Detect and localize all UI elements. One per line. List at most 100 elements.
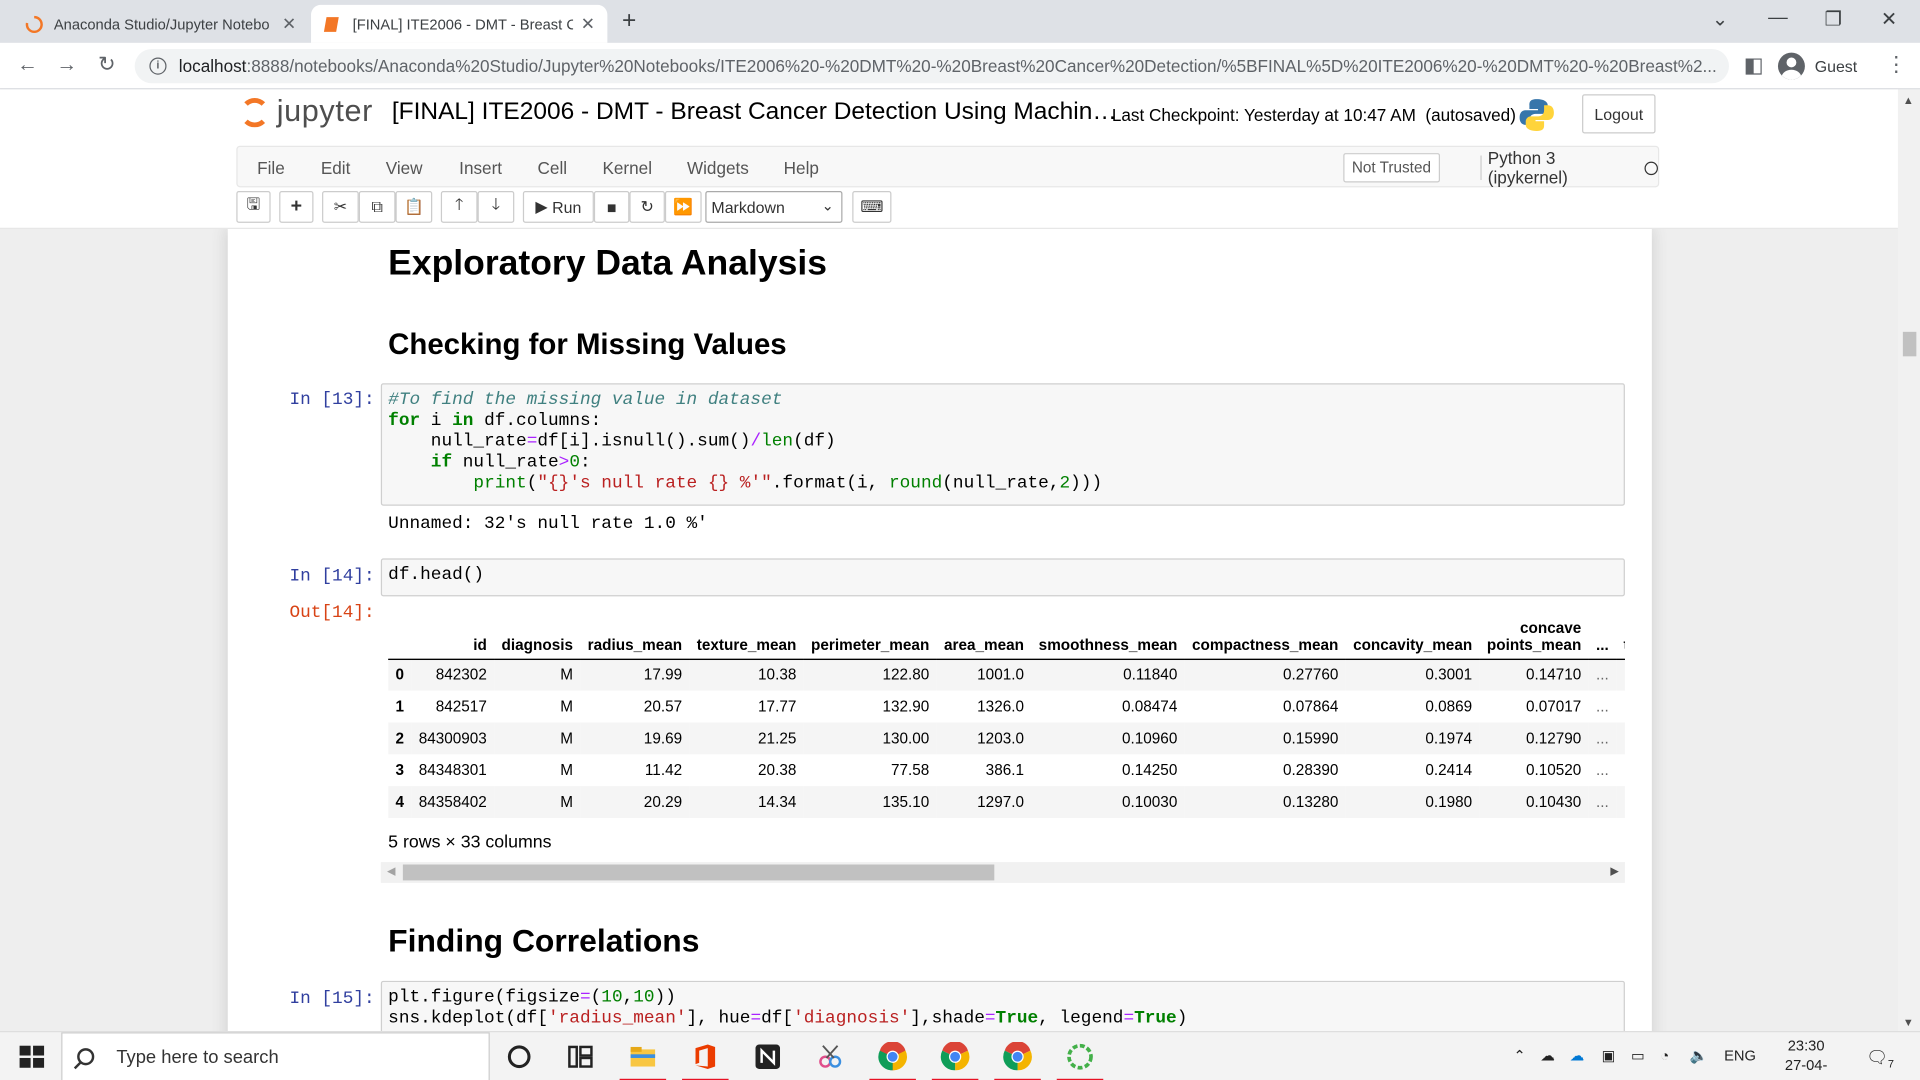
close-tab-icon[interactable]: ✕ xyxy=(282,13,296,34)
file-explorer-icon[interactable] xyxy=(628,1042,657,1071)
notion-icon[interactable] xyxy=(753,1042,782,1071)
page-vertical-scrollbar[interactable]: ▲ ▼ xyxy=(1897,89,1920,1032)
run-button[interactable]: ▶ Run xyxy=(522,191,594,223)
menu-help[interactable]: Help xyxy=(784,158,819,178)
chrome-profile-2-icon[interactable] xyxy=(940,1042,970,1071)
reload-icon[interactable]: ↻ xyxy=(98,53,115,77)
interrupt-button[interactable]: ■ xyxy=(593,191,630,223)
table-cell: ... xyxy=(1595,697,1609,716)
scroll-left-icon[interactable]: ◀ xyxy=(387,864,395,877)
cortana-icon[interactable] xyxy=(504,1042,533,1071)
jupyter-logo[interactable]: jupyter xyxy=(240,94,373,130)
language-indicator[interactable]: ENG xyxy=(1724,1047,1756,1064)
dataframe-output: id diagnosis radius_mean texture_mean pe… xyxy=(388,602,1625,818)
chevron-down-icon: ⌄ xyxy=(821,197,834,215)
task-view-icon[interactable] xyxy=(566,1042,595,1071)
column-header: compactness_mean xyxy=(1184,602,1346,660)
site-info-icon[interactable]: i xyxy=(149,57,167,75)
scroll-right-icon[interactable]: ▶ xyxy=(1610,864,1618,877)
cell14-code-editor[interactable]: df.head() xyxy=(380,558,1625,597)
cell-type-select[interactable]: Markdown ⌄ xyxy=(705,191,843,223)
restart-button[interactable]: ↻ xyxy=(629,191,665,223)
menu-kernel[interactable]: Kernel xyxy=(602,158,652,178)
volume-icon[interactable]: 🔈 xyxy=(1690,1047,1708,1064)
cell13-code-editor[interactable]: #To find the missing value in dataset fo… xyxy=(380,383,1625,506)
cell13-prompt: In [13]: xyxy=(289,390,375,411)
profile-name: Guest xyxy=(1814,56,1858,76)
notebook-page: Exploratory Data Analysis Checking for M… xyxy=(227,228,1652,1032)
browser-tab-anaconda[interactable]: Anaconda Studio/Jupyter Notebo ✕ xyxy=(12,5,308,43)
avatar xyxy=(1777,52,1805,80)
close-window-icon[interactable]: ✕ xyxy=(1881,7,1897,31)
cell15-code-editor[interactable]: plt.figure(figsize=(10,10)) sns.kdeplot(… xyxy=(380,980,1625,1032)
menu-edit[interactable]: Edit xyxy=(321,158,351,178)
move-down-button[interactable]: 🡓 xyxy=(477,191,515,223)
wifi-icon[interactable]: ◔ xyxy=(1660,1047,1669,1064)
fast-forward-icon: ⏩ xyxy=(673,197,694,216)
scrollbar-thumb[interactable] xyxy=(402,864,995,881)
save-button[interactable]: 🖫 xyxy=(236,191,271,223)
device-icon[interactable]: ▣ xyxy=(1602,1047,1616,1064)
menu-file[interactable]: File xyxy=(257,158,285,178)
profile-button[interactable]: Guest xyxy=(1777,50,1858,82)
command-palette-button[interactable]: ⌨ xyxy=(852,191,892,223)
url-path: :8888/notebooks/Anaconda%20Studio/Jupyte… xyxy=(246,56,1717,76)
table-cell: 135.10 xyxy=(882,793,930,811)
cut-button[interactable]: ✂ xyxy=(322,191,359,223)
browser-tab-notebook[interactable]: [FINAL] ITE2006 - DMT - Breast C ✕ xyxy=(311,4,608,43)
trust-button[interactable]: Not Trusted xyxy=(1343,153,1440,183)
row-index: 4 xyxy=(395,793,405,811)
new-tab-icon[interactable]: + xyxy=(622,7,636,35)
notebook-title[interactable]: [FINAL] ITE2006 - DMT - Breast Cancer De… xyxy=(392,98,1117,126)
insert-cell-button[interactable]: + xyxy=(279,191,314,223)
notifications-icon[interactable]: 🗨7 xyxy=(1866,1047,1894,1070)
chevron-up-icon[interactable]: ⌃ xyxy=(1513,1047,1525,1064)
snipping-tool-icon[interactable] xyxy=(816,1042,845,1071)
move-up-button[interactable]: 🡑 xyxy=(440,191,478,223)
battery-icon[interactable]: ▭ xyxy=(1631,1047,1645,1064)
copy-button[interactable]: ⧉ xyxy=(358,191,396,223)
close-tab-icon[interactable]: ✕ xyxy=(581,13,595,34)
table-cell: 84348301 xyxy=(418,761,487,779)
menu-widgets[interactable]: Widgets xyxy=(687,158,749,178)
taskbar-search-input[interactable]: Type here to search xyxy=(61,1032,490,1080)
minimize-icon[interactable]: — xyxy=(1768,7,1788,29)
chevron-down-icon[interactable]: ⌄ xyxy=(1712,7,1728,31)
url-field[interactable]: i localhost:8888/notebooks/Anaconda%20St… xyxy=(134,48,1729,84)
onedrive-icon[interactable]: ☁ xyxy=(1570,1047,1585,1064)
logout-button[interactable]: Logout xyxy=(1582,94,1656,134)
scroll-up-icon[interactable]: ▲ xyxy=(1903,94,1914,106)
chrome-icon[interactable] xyxy=(1003,1042,1032,1071)
paste-button[interactable]: 📋 xyxy=(395,191,433,223)
more-menu-icon[interactable]: ⋮ xyxy=(1886,53,1907,77)
table-cell: 21.25 xyxy=(758,729,797,747)
stop-icon: ■ xyxy=(606,197,617,217)
side-panel-icon[interactable]: ◧ xyxy=(1744,54,1764,78)
table-cell: 1001.0 xyxy=(977,666,1024,684)
windows-start-icon[interactable] xyxy=(17,1042,46,1071)
row-index: 1 xyxy=(395,697,405,716)
table-cell: 0.07017 xyxy=(1525,697,1582,716)
back-icon[interactable]: ← xyxy=(17,53,38,77)
menu-cell[interactable]: Cell xyxy=(538,158,568,178)
table-cell: 19.69 xyxy=(643,729,683,747)
cloud-icon[interactable]: ☁ xyxy=(1540,1047,1555,1064)
system-clock[interactable]: 23:30 27-04-2022 xyxy=(1776,1036,1837,1080)
cell14-prompt: In [14]: xyxy=(289,566,375,587)
output-horizontal-scrollbar[interactable]: ◀ ▶ xyxy=(380,862,1625,883)
restart-run-all-button[interactable]: ⏩ xyxy=(664,191,702,223)
anaconda-navigator-icon[interactable] xyxy=(1065,1042,1094,1071)
forward-icon[interactable]: → xyxy=(56,53,77,77)
chrome-profile-icon[interactable] xyxy=(878,1042,908,1071)
table-row: 4 84358402 M 20.29 14.34 135.10 1297.0 0.10030 0… xyxy=(388,786,1625,818)
scrollbar-thumb[interactable] xyxy=(1902,331,1917,357)
table-cell: ... xyxy=(1595,793,1609,811)
menu-insert[interactable]: Insert xyxy=(459,158,502,178)
office-icon[interactable] xyxy=(691,1042,720,1071)
restore-icon[interactable]: ❐ xyxy=(1825,7,1843,31)
copy-icon: ⧉ xyxy=(371,197,383,216)
table-cell: 84300903 xyxy=(418,729,487,747)
column-header: radius_mean xyxy=(580,602,690,660)
scroll-down-icon[interactable]: ▼ xyxy=(1903,1016,1914,1028)
menu-view[interactable]: View xyxy=(386,158,423,178)
